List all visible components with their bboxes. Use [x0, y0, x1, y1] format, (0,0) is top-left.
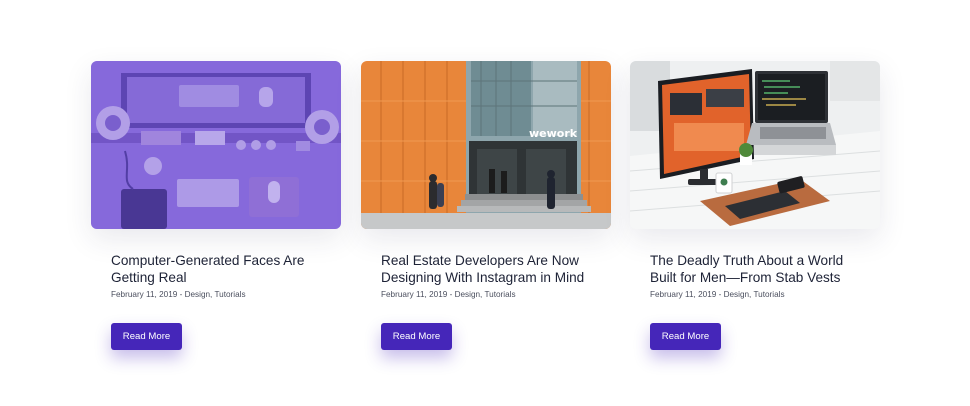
post-meta: February 11, 2019 - Design, Tutorials — [381, 290, 516, 299]
post-meta: February 11, 2019 - Design, Tutorials — [111, 290, 246, 299]
card-body: Real Estate Developers Are Now Designing… — [361, 252, 611, 350]
post-title-line[interactable]: Built for Men—From Stab Vests — [650, 270, 840, 285]
post-title-line[interactable]: Real Estate Developers Are Now — [381, 253, 579, 268]
post-title[interactable]: Computer-Generated Faces Are Getting Rea… — [111, 252, 321, 286]
post-title-line[interactable]: Computer-Generated Faces Are — [111, 253, 304, 268]
wework-sign-text: wework — [529, 127, 578, 140]
post-title-line[interactable]: The Deadly Truth About a World — [650, 253, 843, 268]
post-title-line[interactable]: Getting Real — [111, 270, 187, 285]
post-image-workstation[interactable] — [630, 61, 880, 229]
post-meta: February 11, 2019 - Design, Tutorials — [650, 290, 785, 299]
blog-card: Computer-Generated Faces Are Getting Rea… — [91, 61, 341, 350]
read-more-button[interactable]: Read More — [111, 323, 182, 350]
post-image-desk-setup[interactable] — [91, 61, 341, 229]
read-more-button[interactable]: Read More — [381, 323, 452, 350]
card-body: Computer-Generated Faces Are Getting Rea… — [91, 252, 341, 350]
blog-card: The Deadly Truth About a World Built for… — [630, 61, 880, 350]
post-title-line[interactable]: Designing With Instagram in Mind — [381, 270, 584, 285]
post-title[interactable]: The Deadly Truth About a World Built for… — [650, 252, 860, 286]
post-image-wework-building[interactable]: wework — [361, 61, 611, 229]
post-title[interactable]: Real Estate Developers Are Now Designing… — [381, 252, 591, 286]
blog-card: wework Real Estate Developers Are Now De… — [361, 61, 611, 350]
read-more-button[interactable]: Read More — [650, 323, 721, 350]
card-body: The Deadly Truth About a World Built for… — [630, 252, 880, 350]
